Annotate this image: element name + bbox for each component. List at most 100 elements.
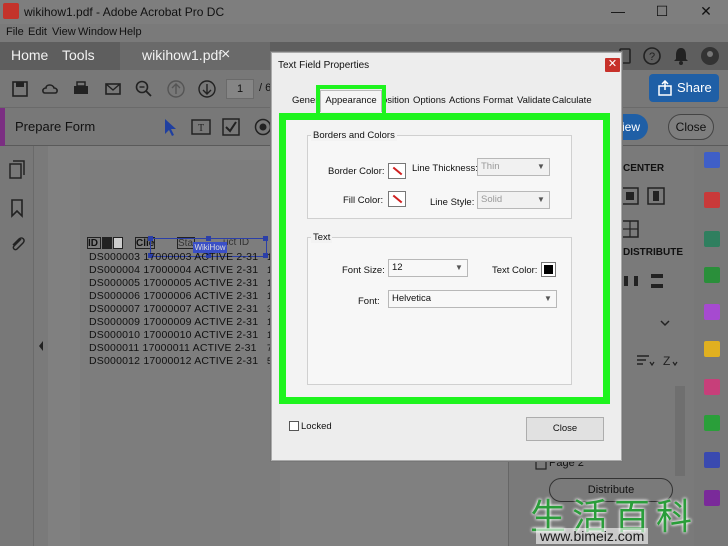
center-both-icon[interactable]	[621, 220, 639, 238]
print-icon[interactable]	[71, 79, 91, 99]
export-pdf-icon[interactable]	[704, 152, 720, 168]
distribute-horizontal-icon[interactable]	[623, 272, 639, 290]
export-sheet-icon[interactable]	[704, 267, 720, 283]
prepare-form-tool-icon[interactable]	[704, 379, 720, 395]
maximize-button[interactable]: ☐	[640, 0, 684, 24]
dialog-close-button[interactable]: Close	[526, 417, 604, 441]
locked-label: Locked	[301, 421, 332, 432]
upload-cloud-icon[interactable]	[40, 79, 60, 99]
tab-format[interactable]: Format	[483, 95, 513, 106]
tab-actions[interactable]: Actions	[449, 95, 480, 106]
distribute-header: DISTRIBUTE	[623, 247, 683, 258]
print-production-icon[interactable]	[704, 415, 720, 431]
page-up-icon[interactable]	[166, 79, 186, 99]
header-cell-dark	[102, 237, 112, 249]
line-thickness-select[interactable]: Thin ▼	[477, 158, 550, 176]
sort-icon[interactable]	[635, 352, 655, 368]
resize-handle[interactable]	[263, 236, 268, 241]
sort-az-icon[interactable]: Z	[659, 352, 679, 368]
title-bar: wikihow1.pdf - Adobe Acrobat Pro DC — ☐ …	[0, 0, 728, 24]
distribute-vertical-icon[interactable]	[649, 272, 665, 290]
tab-document[interactable]: wikihow1.pdf ×	[120, 42, 270, 70]
menu-window[interactable]: Window	[78, 26, 117, 38]
email-icon[interactable]	[103, 79, 123, 99]
borders-group-title: Borders and Colors	[311, 130, 397, 141]
borders-colors-group: Borders and Colors Border Color: Line Th…	[307, 130, 572, 219]
protect-icon[interactable]	[704, 452, 720, 468]
menu-help[interactable]: Help	[119, 26, 142, 38]
create-pdf-icon[interactable]	[704, 192, 720, 208]
chevron-down-icon: ▼	[544, 294, 552, 303]
border-color-swatch[interactable]	[388, 163, 406, 179]
tab-home[interactable]: Home	[11, 47, 48, 63]
line-thickness-label: Line Thickness:	[412, 163, 478, 174]
font-value: Helvetica	[392, 293, 432, 304]
line-style-select[interactable]: Solid ▼	[477, 191, 550, 209]
font-select[interactable]: Helvetica ▼	[388, 290, 557, 308]
border-color-label: Border Color:	[328, 166, 385, 177]
left-collapse-strip[interactable]	[34, 146, 48, 546]
tab-tools[interactable]: Tools	[62, 47, 95, 63]
highlight-panel-outline: Borders and Colors Border Color: Line Th…	[279, 113, 610, 404]
account-avatar-icon[interactable]	[700, 46, 720, 66]
comment-icon[interactable]	[704, 341, 720, 357]
notification-bell-icon[interactable]	[672, 46, 690, 66]
expand-chevron-icon[interactable]	[659, 318, 671, 328]
menu-file[interactable]: File	[6, 26, 24, 38]
doc-tab-close-icon[interactable]: ×	[221, 46, 230, 64]
page-down-icon[interactable]	[197, 79, 217, 99]
highlight-tab-outline	[316, 85, 386, 113]
radio-tool-icon[interactable]	[254, 118, 272, 136]
checkbox-tool-icon[interactable]	[222, 118, 240, 136]
text-color-swatch[interactable]	[541, 262, 556, 277]
menu-view[interactable]: View	[52, 26, 76, 38]
fill-color-swatch[interactable]	[388, 191, 406, 207]
minimize-button[interactable]: —	[596, 0, 640, 24]
organize-pages-icon[interactable]	[704, 304, 720, 320]
chevron-down-icon: ▼	[455, 263, 463, 272]
center-horizontal-icon[interactable]	[621, 187, 639, 205]
locked-checkbox[interactable]	[289, 421, 299, 431]
font-size-select[interactable]: 12 ▼	[388, 259, 468, 277]
resize-handle[interactable]	[206, 236, 211, 241]
bookmark-icon[interactable]	[9, 198, 25, 218]
svg-text:Z: Z	[663, 354, 670, 368]
dialog-title: Text Field Properties	[278, 60, 370, 71]
window-title: wikihow1.pdf - Adobe Acrobat Pro DC	[24, 5, 225, 19]
left-nav-panel	[0, 146, 34, 546]
table-row: DS000005 17000005 ACTIVE 2-31	[89, 277, 259, 289]
zoom-out-icon[interactable]	[134, 79, 154, 99]
close-form-button[interactable]: Close	[668, 114, 714, 140]
tab-position[interactable]: osition	[382, 95, 409, 106]
menu-edit[interactable]: Edit	[28, 26, 47, 38]
header-cell-small	[113, 237, 123, 249]
help-icon[interactable]: ?	[642, 46, 662, 66]
fields-scrollbar[interactable]	[675, 386, 685, 476]
svg-text:T: T	[198, 123, 204, 134]
window-close-button[interactable]: ✕	[684, 0, 728, 24]
attachment-icon[interactable]	[8, 234, 26, 254]
resize-handle[interactable]	[148, 236, 153, 241]
save-icon[interactable]	[10, 79, 30, 99]
acrobat-icon	[3, 3, 19, 19]
svg-text:?: ?	[649, 51, 655, 63]
select-cursor-icon[interactable]	[162, 117, 178, 137]
doc-tab-label: wikihow1.pdf	[142, 47, 223, 63]
dialog-close-icon[interactable]: ✕	[605, 58, 620, 72]
table-row: DS000010 17000010 ACTIVE 2-31	[89, 329, 259, 341]
collapse-left-chevron-icon[interactable]	[36, 339, 46, 353]
page-number-input[interactable]: 1	[226, 79, 254, 99]
text-field-tool-icon[interactable]: T	[191, 118, 211, 136]
font-size-value: 12	[392, 262, 403, 273]
center-vertical-icon[interactable]	[647, 187, 665, 205]
tab-validate[interactable]: Validate	[517, 95, 551, 106]
share-button[interactable]: Share	[649, 74, 719, 102]
table-row: DS000004 17000004 ACTIVE 2-31	[89, 264, 259, 276]
prepare-form-label: Prepare Form	[15, 119, 96, 134]
tab-calculate[interactable]: Calculate	[552, 95, 592, 106]
line-style-label: Line Style:	[430, 197, 475, 208]
text-color-fill	[544, 265, 553, 274]
tab-options[interactable]: Options	[413, 95, 446, 106]
page-thumbnails-icon[interactable]	[8, 160, 26, 180]
edit-pdf-icon[interactable]	[704, 231, 720, 247]
